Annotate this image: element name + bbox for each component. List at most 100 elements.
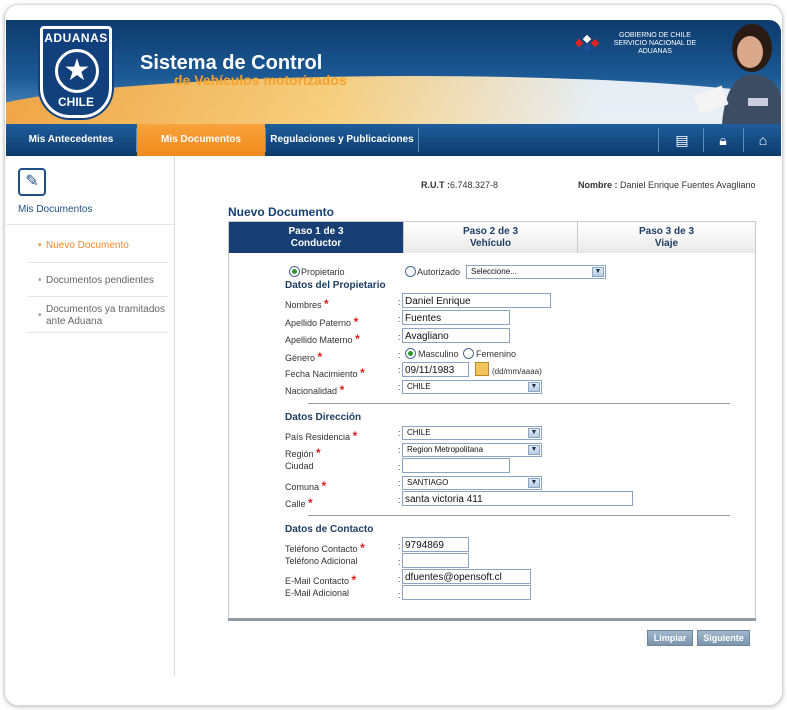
autorizado-select[interactable]: Seleccione... ▼ — [466, 265, 606, 279]
sidebar-item-documentos-pendientes[interactable]: • Documentos pendientes — [38, 275, 171, 287]
section-divider — [308, 403, 730, 404]
calendar-icon[interactable] — [475, 362, 489, 376]
sidebar-divider — [28, 332, 168, 333]
email-label: E-Mail Contacto * — [285, 573, 357, 587]
sidebar-divider — [28, 262, 168, 263]
email-adicional-label: E-Mail Adicional — [285, 588, 350, 598]
sidebar-divider — [6, 224, 174, 225]
sidebar-item-label: Documentos pendientes — [46, 275, 154, 286]
step-label: Conductor — [290, 238, 342, 249]
edit-document-icon: ✎ — [18, 168, 46, 196]
chevron-down-icon: ▼ — [528, 445, 540, 455]
autorizado-select-value: Seleccione... — [471, 267, 517, 276]
calle-field[interactable]: santa victoria 411 — [402, 491, 633, 506]
autorizado-label: Autorizado — [417, 267, 461, 277]
star-icon: ★ — [55, 49, 99, 93]
limpiar-button[interactable]: Limpiar — [647, 630, 693, 646]
nav-divider — [658, 128, 659, 152]
gov-flag-icon — [576, 34, 600, 53]
header-swoosh — [6, 76, 781, 124]
genero-label: Género * — [285, 350, 323, 364]
date-format-hint: (dd/mm/aaaa) — [492, 367, 542, 376]
tab-paso-2[interactable]: Paso 2 de 3 Vehículo — [403, 222, 577, 254]
home-icon[interactable]: ⌂ — [752, 130, 774, 150]
section-contacto: Datos de Contacto — [285, 524, 374, 535]
apellido-paterno-field[interactable]: Fuentes — [402, 310, 510, 325]
header-banner: ADUANAS ★ CHILE Sistema de Control de Ve… — [6, 20, 781, 124]
tab-paso-1[interactable]: Paso 1 de 3 Conductor — [229, 222, 403, 254]
section-direccion: Datos Dirección — [285, 412, 362, 423]
pais-select-value: CHILE — [407, 428, 431, 437]
telefono-field[interactable]: 9794869 — [402, 537, 469, 552]
tab-paso-3[interactable]: Paso 3 de 3 Viaje — [577, 222, 755, 254]
step-number: Paso 3 de 3 — [638, 226, 695, 237]
region-select[interactable]: Region Metropolitana ▼ — [402, 443, 542, 457]
femenino-label: Femenino — [476, 349, 517, 359]
bullet-icon: • — [38, 310, 42, 321]
rut-value: 6.748.327-8 — [450, 180, 499, 190]
propietario-label: Propietario — [301, 267, 345, 277]
pais-select[interactable]: CHILE ▼ — [402, 426, 542, 440]
chevron-down-icon: ▼ — [528, 478, 540, 488]
email-adicional-field[interactable] — [402, 585, 531, 600]
nombres-field[interactable]: Daniel Enrique — [402, 293, 551, 308]
region-label: Región * — [285, 446, 321, 460]
region-select-value: Region Metropolitana — [407, 445, 484, 454]
nav-mis-documentos[interactable]: Mis Documentos — [137, 124, 265, 156]
comuna-label: Comuna * — [285, 479, 327, 493]
lock-icon[interactable]: 🔒︎ — [712, 130, 734, 150]
telefono-adicional-field[interactable] — [402, 553, 469, 568]
bullet-icon: • — [38, 275, 42, 286]
sidebar-item-nuevo-documento[interactable]: • Nuevo Documento — [38, 240, 171, 252]
nav-divider — [418, 128, 419, 152]
sidebar-item-label: Documentos ya tramitados ante Aduana — [46, 304, 165, 327]
nombre-info: Nombre : Daniel Enrique Fuentes Avaglian… — [578, 180, 755, 190]
masculino-radio[interactable] — [405, 348, 416, 359]
sidebar-item-documentos-tramitados[interactable]: • Documentos ya tramitados ante Aduana — [38, 304, 166, 328]
nombres-label: Nombres * — [285, 297, 329, 311]
step-number: Paso 1 de 3 — [288, 226, 344, 237]
telefono-label: Teléfono Contacto * — [285, 541, 365, 555]
rut-label: R.U.T : — [421, 180, 450, 190]
main-nav: Mis Antecedentes Mis Documentos Regulaci… — [6, 124, 781, 156]
logo-bottom-text: CHILE — [58, 95, 94, 109]
siguiente-button[interactable]: Siguiente — [697, 630, 750, 646]
rut-info: R.U.T :6.748.327-8 — [421, 180, 498, 190]
fecha-nacimiento-field[interactable]: 09/11/1983 — [402, 362, 469, 377]
aduanas-logo: ADUANAS ★ CHILE — [40, 26, 112, 118]
fecha-nacimiento-label: Fecha Nacimiento * — [285, 366, 365, 380]
apellido-materno-field[interactable]: Avagliano — [402, 328, 510, 343]
ciudad-field[interactable] — [402, 458, 510, 473]
nav-divider — [743, 128, 744, 152]
pais-label: País Residencia * — [285, 429, 358, 443]
nav-regulaciones[interactable]: Regulaciones y Publicaciones — [266, 124, 418, 156]
step-number: Paso 2 de 3 — [462, 226, 519, 237]
book-icon[interactable]: ▤ — [671, 130, 693, 150]
nacionalidad-select[interactable]: CHILE ▼ — [402, 380, 542, 394]
step-label: Viaje — [654, 238, 679, 249]
nav-divider — [703, 128, 704, 152]
chevron-down-icon: ▼ — [528, 428, 540, 438]
sidebar-title: Mis Documentos — [18, 204, 93, 215]
propietario-radio[interactable] — [289, 266, 300, 277]
step-tabs: Paso 1 de 3 Conductor Paso 2 de 3 Vehícu… — [228, 221, 756, 255]
officer-photo — [693, 24, 781, 124]
autorizado-radio[interactable] — [405, 266, 416, 277]
email-field[interactable]: dfuentes@opensoft.cl — [402, 569, 531, 584]
page-title: Nuevo Documento — [228, 205, 335, 219]
step-label: Vehículo — [469, 238, 512, 249]
femenino-radio[interactable] — [463, 348, 474, 359]
nav-mis-antecedentes[interactable]: Mis Antecedentes — [6, 124, 136, 156]
ciudad-label: Ciudad — [285, 461, 314, 471]
comuna-select[interactable]: SANTIAGO ▼ — [402, 476, 542, 490]
chevron-down-icon: ▼ — [528, 382, 540, 392]
bullet-icon: • — [38, 240, 42, 251]
apellido-materno-label: Apellido Materno * — [285, 332, 360, 346]
sidebar: ✎ Mis Documentos • Nuevo Documento • Doc… — [6, 156, 175, 676]
calle-label: Calle * — [285, 496, 313, 510]
nombre-label: Nombre : — [578, 180, 618, 190]
section-divider — [308, 515, 730, 516]
nombre-value: Daniel Enrique Fuentes Avagliano — [620, 180, 756, 190]
comuna-select-value: SANTIAGO — [407, 478, 449, 487]
sidebar-divider — [28, 296, 168, 297]
